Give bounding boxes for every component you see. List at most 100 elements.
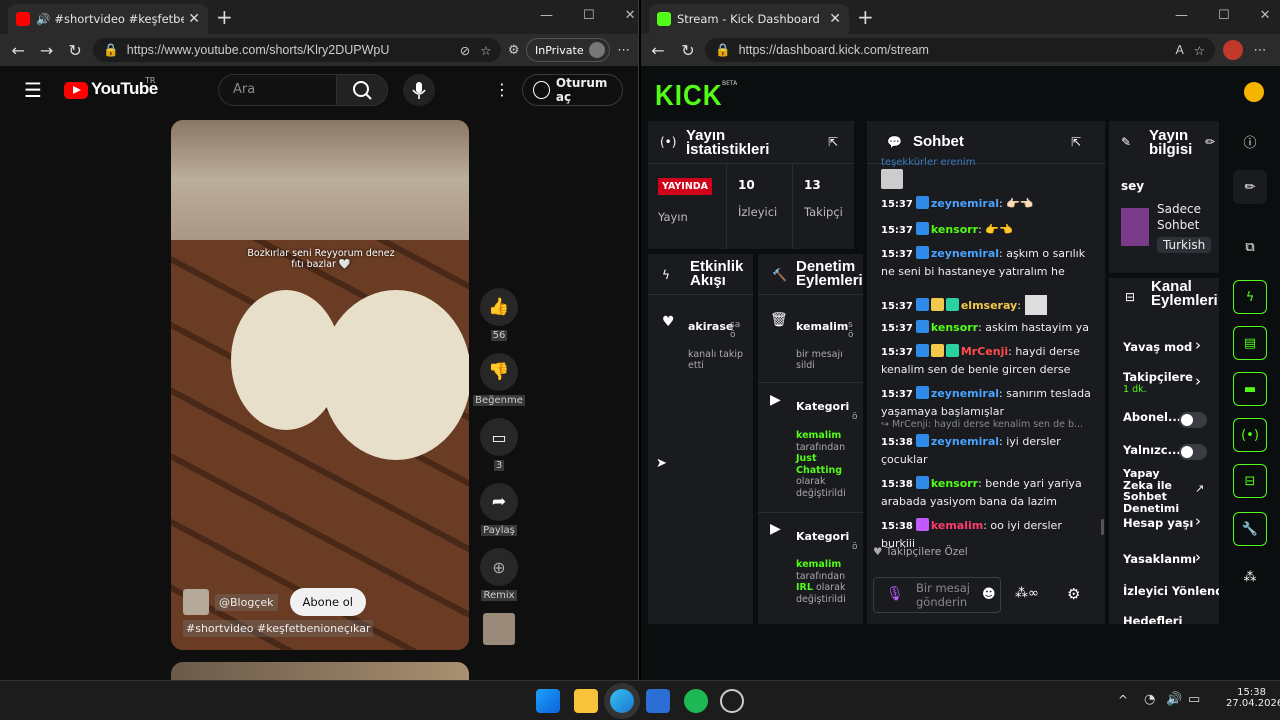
forward-icon[interactable]: → — [32, 41, 60, 60]
refresh-icon[interactable]: ↻ — [673, 41, 703, 60]
voice-search-button[interactable] — [403, 74, 435, 106]
message-username[interactable]: kensorr — [931, 477, 978, 490]
chat-message[interactable]: 15:37 kensorr: askim hastayim ya — [881, 319, 1091, 337]
tracking-icon[interactable]: ⊘ — [460, 43, 470, 58]
back-icon[interactable]: ← — [643, 41, 673, 60]
message-username[interactable]: zeynemiral — [931, 387, 999, 400]
users-icon[interactable]: ⁂ — [1233, 560, 1267, 594]
search-input[interactable]: Ara — [218, 74, 336, 106]
more-menu-icon[interactable]: ⋯ — [1243, 43, 1277, 58]
emotes-only-toggle[interactable] — [1179, 444, 1207, 460]
tab-kick[interactable]: Stream - Kick Dashboard ✕ — [649, 4, 849, 34]
message-username[interactable]: MrCenji — [961, 345, 1008, 358]
search-button[interactable] — [336, 74, 388, 106]
chat-settings-icon[interactable]: ⚙ — [1067, 585, 1080, 603]
file-explorer-icon[interactable] — [574, 689, 598, 713]
subscribers-mode-toggle[interactable] — [1179, 412, 1207, 428]
bolt-icon[interactable]: ϟ — [1233, 280, 1267, 314]
wrench-icon[interactable]: 🔧 — [1233, 512, 1267, 546]
account-age-label[interactable]: Hesap yaşı — [1123, 516, 1193, 530]
inprivate-badge[interactable]: InPrivate — [526, 38, 610, 62]
followers-mode-label[interactable]: Takipçilere — [1123, 370, 1193, 384]
read-aloud-icon[interactable]: A — [1175, 43, 1183, 57]
favorite-star-icon[interactable]: ☆ — [480, 43, 491, 58]
chevron-right-icon[interactable]: › — [1195, 512, 1201, 530]
wifi-icon[interactable]: ◔ — [1144, 692, 1155, 707]
clock[interactable]: 15:38 27.04.2026 — [1226, 687, 1280, 709]
message-username[interactable]: kemalim — [931, 519, 983, 532]
share-button[interactable]: ➦ — [480, 483, 518, 521]
store-icon[interactable] — [646, 689, 670, 713]
chat-bubble-icon[interactable]: ▬ — [1233, 372, 1267, 406]
new-tab-icon[interactable]: + — [857, 5, 874, 29]
chat-message[interactable]: 15:38 kensorr: bende yari yariya arabada … — [881, 475, 1091, 510]
address-bar[interactable]: 🔒 https://dashboard.kick.com/stream A ☆ — [705, 38, 1215, 62]
banned-words-label[interactable]: Yasaklanmı — [1123, 552, 1196, 566]
maximize-icon[interactable]: ☐ — [1218, 8, 1230, 23]
message-username[interactable]: kensorr — [931, 223, 978, 236]
new-tab-icon[interactable]: + — [216, 5, 233, 29]
edit-icon[interactable]: ✏ — [1233, 170, 1267, 204]
chat-users-icon[interactable]: ⁂∞ — [1015, 586, 1039, 601]
slow-mode-label[interactable]: Yavaş mod — [1123, 340, 1192, 354]
settings-more-icon[interactable]: ⋮ — [494, 80, 510, 99]
volume-icon[interactable]: 🔊 — [1166, 692, 1182, 707]
more-menu-icon[interactable]: ⋯ — [610, 43, 638, 58]
viewer-redirect-label[interactable]: İzleyici Yönlendir — [1123, 584, 1219, 598]
external-link-icon[interactable]: ↗ — [1195, 482, 1204, 495]
chat-message[interactable]: 15:37 MrCenji: haydi derse kenalim sen de… — [881, 343, 1091, 378]
channel-icon[interactable]: ⊟ — [1233, 464, 1267, 498]
goals-label[interactable]: Hedefleri — [1123, 614, 1182, 624]
dislike-button[interactable]: 👎 — [480, 353, 518, 391]
message-username[interactable]: zeynemiral — [931, 247, 999, 260]
hashtags[interactable]: #shortvideo #keşfetbenioneçıkar — [183, 620, 374, 637]
like-button[interactable]: 👍 — [480, 288, 518, 326]
close-window-icon[interactable]: ✕ — [625, 8, 636, 23]
message-username[interactable]: kensorr — [931, 321, 978, 334]
document-icon[interactable]: ▤ — [1233, 326, 1267, 360]
sign-in-button[interactable]: Oturum aç — [522, 74, 623, 106]
minimize-icon[interactable]: — — [1175, 8, 1188, 23]
emoji-icon[interactable]: ☻ — [982, 587, 996, 602]
chevron-right-icon[interactable]: › — [1195, 548, 1201, 566]
profile-avatar[interactable] — [1223, 40, 1243, 60]
refresh-icon[interactable]: ↻ — [61, 41, 89, 60]
close-tab-icon[interactable]: ✕ — [188, 11, 200, 27]
camera-icon[interactable]: ⧉ — [1233, 230, 1267, 264]
maximize-icon[interactable]: ☐ — [583, 8, 595, 23]
shorts-video-player[interactable]: Bozkırlar seni Reyyorum denez fıtı bazla… — [171, 120, 469, 650]
chat-input[interactable]: 🎙 Bir mesaj gönderin ☻ — [873, 577, 1001, 613]
chevron-up-icon[interactable]: ^ — [1118, 693, 1128, 707]
channel-avatar[interactable] — [183, 589, 209, 615]
chat-message[interactable]: 15:37 zeynemiral: 👉🏻👈🏻 — [881, 195, 1091, 213]
info-icon[interactable]: ⓘ — [1233, 124, 1267, 158]
next-short-preview[interactable] — [171, 662, 469, 680]
close-tab-icon[interactable]: ✕ — [829, 11, 841, 27]
clock-app-icon[interactable] — [720, 689, 744, 713]
subscribe-button[interactable]: Abone ol — [289, 588, 366, 616]
message-username[interactable]: elmseray — [961, 299, 1017, 312]
favorite-star-icon[interactable]: ☆ — [1194, 43, 1205, 58]
popout-icon[interactable]: ⇱ — [1071, 135, 1081, 149]
kick-logo[interactable]: KICK — [655, 78, 723, 112]
chat-message[interactable]: 15:37 elmseray: — [881, 295, 1091, 315]
back-icon[interactable]: ← — [4, 41, 32, 60]
chat-message[interactable]: 15:38 zeynemiral: iyi dersler çocuklar — [881, 433, 1091, 468]
address-bar[interactable]: 🔒 https://www.youtube.com/shorts/Klry2DU… — [93, 38, 502, 62]
start-icon[interactable] — [536, 689, 560, 713]
broadcast-icon[interactable]: (•) — [1233, 418, 1267, 452]
user-avatar[interactable] — [1244, 82, 1264, 102]
minimize-icon[interactable]: — — [540, 8, 553, 23]
spotify-icon[interactable] — [684, 689, 708, 713]
chat-scrollbar[interactable] — [1101, 519, 1104, 535]
message-username[interactable]: zeynemiral — [931, 435, 999, 448]
audio-thumbnail[interactable] — [483, 613, 515, 645]
tab-youtube[interactable]: 🔊 #shortvideo #keşfetbenioneç ✕ — [8, 4, 208, 34]
chevron-right-icon[interactable]: › — [1195, 336, 1201, 354]
battery-icon[interactable]: ▭ — [1188, 692, 1200, 707]
chevron-right-icon[interactable]: › — [1195, 372, 1201, 390]
comments-button[interactable]: ▭ — [480, 418, 518, 456]
chat-message[interactable]: 15:37 zeynemiral: sanırım teslada yaşamay… — [881, 385, 1091, 420]
channel-name[interactable]: @Blogçek — [215, 593, 278, 611]
youtube-logo-icon[interactable] — [64, 82, 88, 99]
